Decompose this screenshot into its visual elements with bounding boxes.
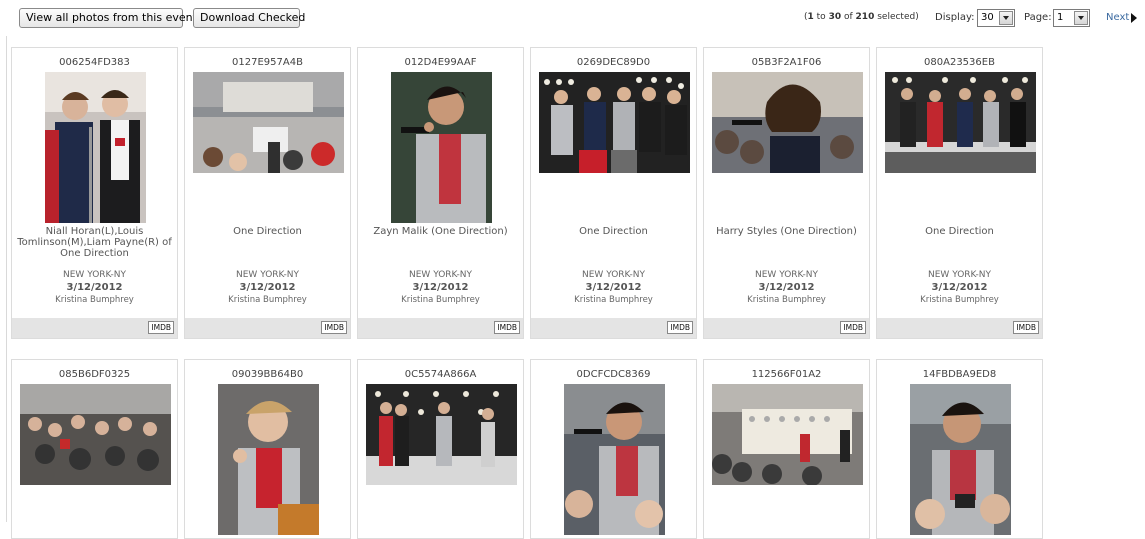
imdb-button[interactable]: IMDB xyxy=(840,321,866,334)
photo-card: 0127E957A4B One Direction NEW YORK-NY 3/… xyxy=(184,47,351,339)
photo-card: 09039BB64B0 xyxy=(184,359,351,539)
card-footer: IMDB xyxy=(12,318,177,338)
view-all-photos-button[interactable]: View all photos from this event xyxy=(19,8,197,28)
photo-code: 085B6DF0325 xyxy=(58,369,131,380)
photographer-name: Kristina Bumphrey xyxy=(920,295,999,305)
photo-thumbnail[interactable] xyxy=(564,384,665,535)
imdb-button[interactable]: IMDB xyxy=(667,321,693,334)
range-total: 210 xyxy=(855,12,875,22)
photo-code: 112566F01A2 xyxy=(751,369,822,380)
range-start: 1 xyxy=(807,12,814,22)
photo-thumbnail[interactable] xyxy=(193,72,344,173)
selected-suffix: selected) xyxy=(877,12,919,22)
chevron-down-icon xyxy=(1074,11,1088,25)
left-divider xyxy=(6,36,7,522)
photo-location: NEW YORK-NY xyxy=(236,270,299,280)
photo-card: 112566F01A2 xyxy=(703,359,870,539)
photo-date: 3/12/2012 xyxy=(66,282,123,293)
photo-code: 080A23536EB xyxy=(924,57,995,68)
selection-count: (1 to 30 of 210 selected) xyxy=(804,12,919,22)
triangle-right-icon[interactable] xyxy=(1131,13,1137,23)
page-select[interactable]: 1 xyxy=(1053,9,1090,27)
chevron-down-icon xyxy=(999,11,1013,25)
photographer-name: Kristina Bumphrey xyxy=(55,295,134,305)
photo-card: 0DCFCDC8369 xyxy=(530,359,697,539)
photo-thumbnail[interactable] xyxy=(885,72,1036,173)
photo-location: NEW YORK-NY xyxy=(409,270,472,280)
card-footer: IMDB xyxy=(358,318,523,338)
photo-thumbnail[interactable] xyxy=(20,384,171,485)
photo-card: 0269DEC89D0 One Direction NEW YORK-NY 3/… xyxy=(530,47,697,339)
photo-location: NEW YORK-NY xyxy=(755,270,818,280)
photo-location: NEW YORK-NY xyxy=(63,270,126,280)
next-page-link[interactable]: Next xyxy=(1106,12,1129,23)
photographer-name: Kristina Bumphrey xyxy=(228,295,307,305)
photo-caption: One Direction xyxy=(925,226,994,237)
range-end: 30 xyxy=(828,12,842,22)
photo-caption: Niall Horan(L),Louis Tomlinson(M),Liam P… xyxy=(17,226,172,259)
photo-thumbnail[interactable] xyxy=(910,384,1011,535)
card-footer: IMDB xyxy=(877,318,1042,338)
photo-code: 0269DEC89D0 xyxy=(576,57,651,68)
card-footer: IMDB xyxy=(185,318,350,338)
imdb-button[interactable]: IMDB xyxy=(148,321,174,334)
page-value: 1 xyxy=(1057,12,1064,23)
photo-card: 05B3F2A1F06 Harry Styles (One Direction)… xyxy=(703,47,870,339)
toolbar: View all photos from this event Download… xyxy=(0,0,1145,36)
photo-code: 0C5574A866A xyxy=(404,369,477,380)
photo-caption: One Direction xyxy=(233,226,302,237)
card-footer: IMDB xyxy=(704,318,869,338)
photographer-name: Kristina Bumphrey xyxy=(401,295,480,305)
photo-date: 3/12/2012 xyxy=(931,282,988,293)
photo-card: 012D4E99AAF Zayn Malik (One Direction) N… xyxy=(357,47,524,339)
page-label: Page: xyxy=(1024,12,1052,23)
photo-code: 05B3F2A1F06 xyxy=(751,57,822,68)
photo-card: 14FBDBA9ED8 xyxy=(876,359,1043,539)
range-to: to xyxy=(816,12,826,22)
photo-date: 3/12/2012 xyxy=(758,282,815,293)
photo-code: 006254FD383 xyxy=(59,57,130,68)
photo-code: 09039BB64B0 xyxy=(231,369,304,380)
photo-thumbnail[interactable] xyxy=(539,72,690,173)
photo-date: 3/12/2012 xyxy=(585,282,642,293)
photo-caption: Harry Styles (One Direction) xyxy=(716,226,857,237)
photographer-name: Kristina Bumphrey xyxy=(574,295,653,305)
photo-card: 006254FD383 Niall Horan(L),Louis Tomlins… xyxy=(11,47,178,339)
photo-location: NEW YORK-NY xyxy=(928,270,991,280)
photo-thumbnail[interactable] xyxy=(391,72,492,223)
card-footer: IMDB xyxy=(531,318,696,338)
photo-thumbnail[interactable] xyxy=(218,384,319,535)
photo-thumbnail[interactable] xyxy=(712,72,863,173)
photo-code: 0127E957A4B xyxy=(232,57,303,68)
photo-location: NEW YORK-NY xyxy=(582,270,645,280)
photo-thumbnail[interactable] xyxy=(712,384,863,485)
photo-caption: Zayn Malik (One Direction) xyxy=(373,226,508,237)
photo-code: 0DCFCDC8369 xyxy=(576,369,651,380)
photo-code: 012D4E99AAF xyxy=(404,57,477,68)
photo-thumbnail[interactable] xyxy=(366,384,517,485)
photo-date: 3/12/2012 xyxy=(412,282,469,293)
display-label: Display: xyxy=(935,12,975,23)
imdb-button[interactable]: IMDB xyxy=(321,321,347,334)
photo-card: 0C5574A866A xyxy=(357,359,524,539)
photo-card: 080A23536EB One Direction NEW YORK-NY 3/… xyxy=(876,47,1043,339)
photo-code: 14FBDBA9ED8 xyxy=(922,369,997,380)
photographer-name: Kristina Bumphrey xyxy=(747,295,826,305)
display-select[interactable]: 30 xyxy=(977,9,1015,27)
photo-card: 085B6DF0325 xyxy=(11,359,178,539)
photo-caption: One Direction xyxy=(579,226,648,237)
display-value: 30 xyxy=(981,12,994,23)
imdb-button[interactable]: IMDB xyxy=(1013,321,1039,334)
download-checked-button[interactable]: Download Checked xyxy=(193,8,305,28)
photo-thumbnail[interactable] xyxy=(45,72,146,223)
range-of: of xyxy=(843,12,853,22)
photo-date: 3/12/2012 xyxy=(239,282,296,293)
imdb-button[interactable]: IMDB xyxy=(494,321,520,334)
